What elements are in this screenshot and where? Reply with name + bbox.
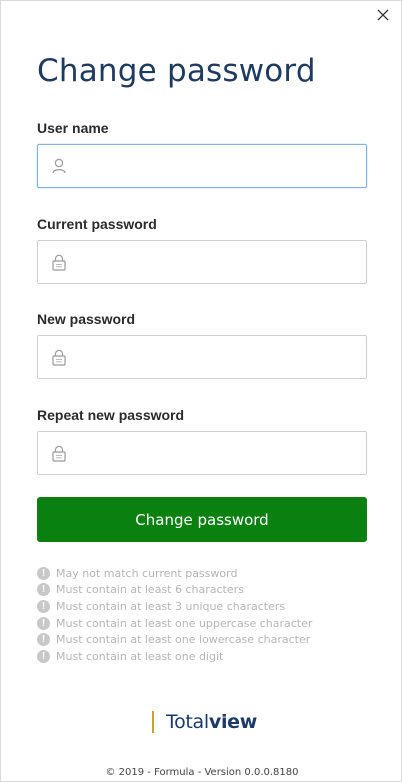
rule-item: ! Must contain at least one digit [37, 648, 312, 665]
rule-item: ! Must contain at least one lowercase cha… [37, 631, 312, 648]
lock-icon [52, 253, 66, 271]
rule-text: Must contain at least one lowercase char… [56, 633, 311, 647]
lock-icon [52, 348, 66, 366]
brand-name-bold: view [208, 711, 258, 733]
current-password-label: Current password [37, 216, 157, 232]
username-input[interactable] [76, 145, 366, 187]
exclamation-icon: ! [37, 599, 50, 613]
current-password-field[interactable] [37, 240, 367, 284]
repeat-password-field[interactable] [37, 431, 367, 475]
page-title: Change password [37, 53, 316, 89]
exclamation-icon: ! [37, 616, 50, 630]
rule-item: ! Must contain at least one uppercase cha… [37, 615, 312, 632]
change-password-dialog: Change password User name Current passwo… [0, 0, 402, 782]
brand-name: Totalview [166, 711, 257, 733]
rule-item: ! May not match current password [37, 565, 312, 582]
exclamation-icon: ! [37, 566, 50, 580]
rule-item: ! Must contain at least 6 characters [37, 582, 312, 599]
brand-logo: Totalview [152, 711, 257, 733]
rule-text: Must contain at least 3 unique character… [56, 599, 286, 613]
change-password-button[interactable]: Change password [37, 497, 367, 542]
version-footer: © 2019 - Formula - Version 0.0.0.8180 [105, 767, 299, 778]
username-label: User name [37, 120, 109, 136]
exclamation-icon: ! [37, 649, 50, 663]
repeat-password-label: Repeat new password [37, 407, 185, 423]
user-icon [52, 157, 66, 175]
new-password-label: New password [37, 311, 136, 327]
new-password-input[interactable] [76, 336, 366, 378]
lock-icon [52, 444, 66, 462]
password-rules-list: ! May not match current password ! Must co… [37, 565, 312, 665]
rule-text: Must contain at least one digit [56, 649, 224, 663]
username-field[interactable] [37, 144, 367, 188]
rule-item: ! Must contain at least 3 unique characte… [37, 598, 312, 615]
close-button[interactable] [373, 5, 393, 25]
brand-bar [152, 711, 154, 733]
close-icon [377, 9, 389, 21]
exclamation-icon: ! [37, 633, 50, 647]
repeat-password-input[interactable] [76, 432, 366, 474]
rule-text: Must contain at least 6 characters [56, 583, 244, 597]
brand-name-light: Total [166, 711, 209, 733]
rule-text: Must contain at least one uppercase char… [56, 616, 313, 630]
current-password-input[interactable] [76, 241, 366, 283]
exclamation-icon: ! [37, 583, 50, 597]
rule-text: May not match current password [56, 566, 238, 580]
new-password-field[interactable] [37, 335, 367, 379]
